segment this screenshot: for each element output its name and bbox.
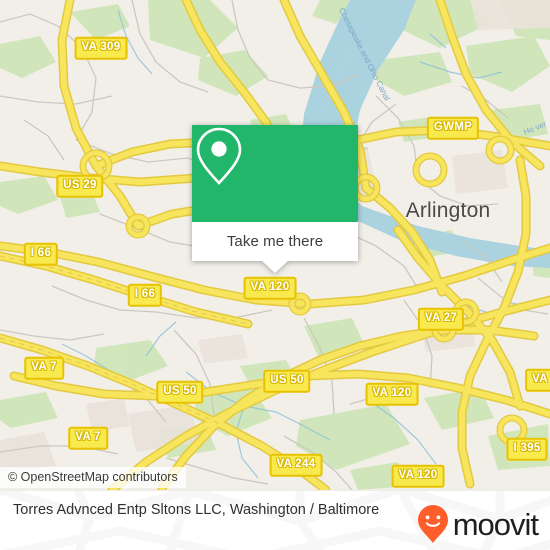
road-shield-label: VA 120 xyxy=(391,464,445,488)
popup-card-action[interactable]: Take me there xyxy=(192,222,358,261)
road-shield-label: US 50 xyxy=(156,380,204,404)
moovit-wordmark: moovit xyxy=(452,506,539,542)
map-canvas[interactable]: VA 309 US 29 GWMP I 66 I 66 VA 120 VA 27 VA 7 US… xyxy=(0,0,550,490)
road-shield-label: VA xyxy=(525,368,550,392)
road-shield-label: US 50 xyxy=(263,369,311,393)
road-shield-label: I 66 xyxy=(23,242,59,266)
map-screenshot: VA 309 US 29 GWMP I 66 I 66 VA 120 VA 27 VA 7 US… xyxy=(0,0,550,550)
road-shield-label: I 66 xyxy=(127,283,163,307)
destination-popup-card[interactable]: Take me there xyxy=(192,125,358,273)
map-pin-icon xyxy=(196,127,242,185)
place-label: Arlington xyxy=(405,199,491,222)
road-shield-label: I 395 xyxy=(506,437,548,461)
road-shield-label: VA 244 xyxy=(269,453,323,477)
road-shield-label: VA 120 xyxy=(365,382,419,406)
osm-attribution[interactable]: © OpenStreetMap contributors xyxy=(0,467,186,488)
popup-card-header xyxy=(192,125,358,222)
popup-card-pointer xyxy=(262,261,288,273)
road-shield-label: VA 27 xyxy=(417,307,465,331)
road-shield-label: VA 7 xyxy=(24,356,64,380)
road-shield-label: VA 309 xyxy=(74,36,128,60)
take-me-there-label: Take me there xyxy=(226,233,324,250)
road-shield-label: GWMP xyxy=(426,116,480,140)
moovit-smiling-pin-icon xyxy=(417,505,448,543)
footer-bar: Torres Advnced Entp Sltons LLC, Washingt… xyxy=(0,490,550,550)
road-shield-label: VA 120 xyxy=(243,276,297,300)
road-shield-label: US 29 xyxy=(56,174,104,198)
moovit-logo[interactable]: moovit xyxy=(416,504,539,544)
page-title: Torres Advnced Entp Sltons LLC, Washingt… xyxy=(13,502,380,518)
road-shield-label: VA 7 xyxy=(68,426,108,450)
